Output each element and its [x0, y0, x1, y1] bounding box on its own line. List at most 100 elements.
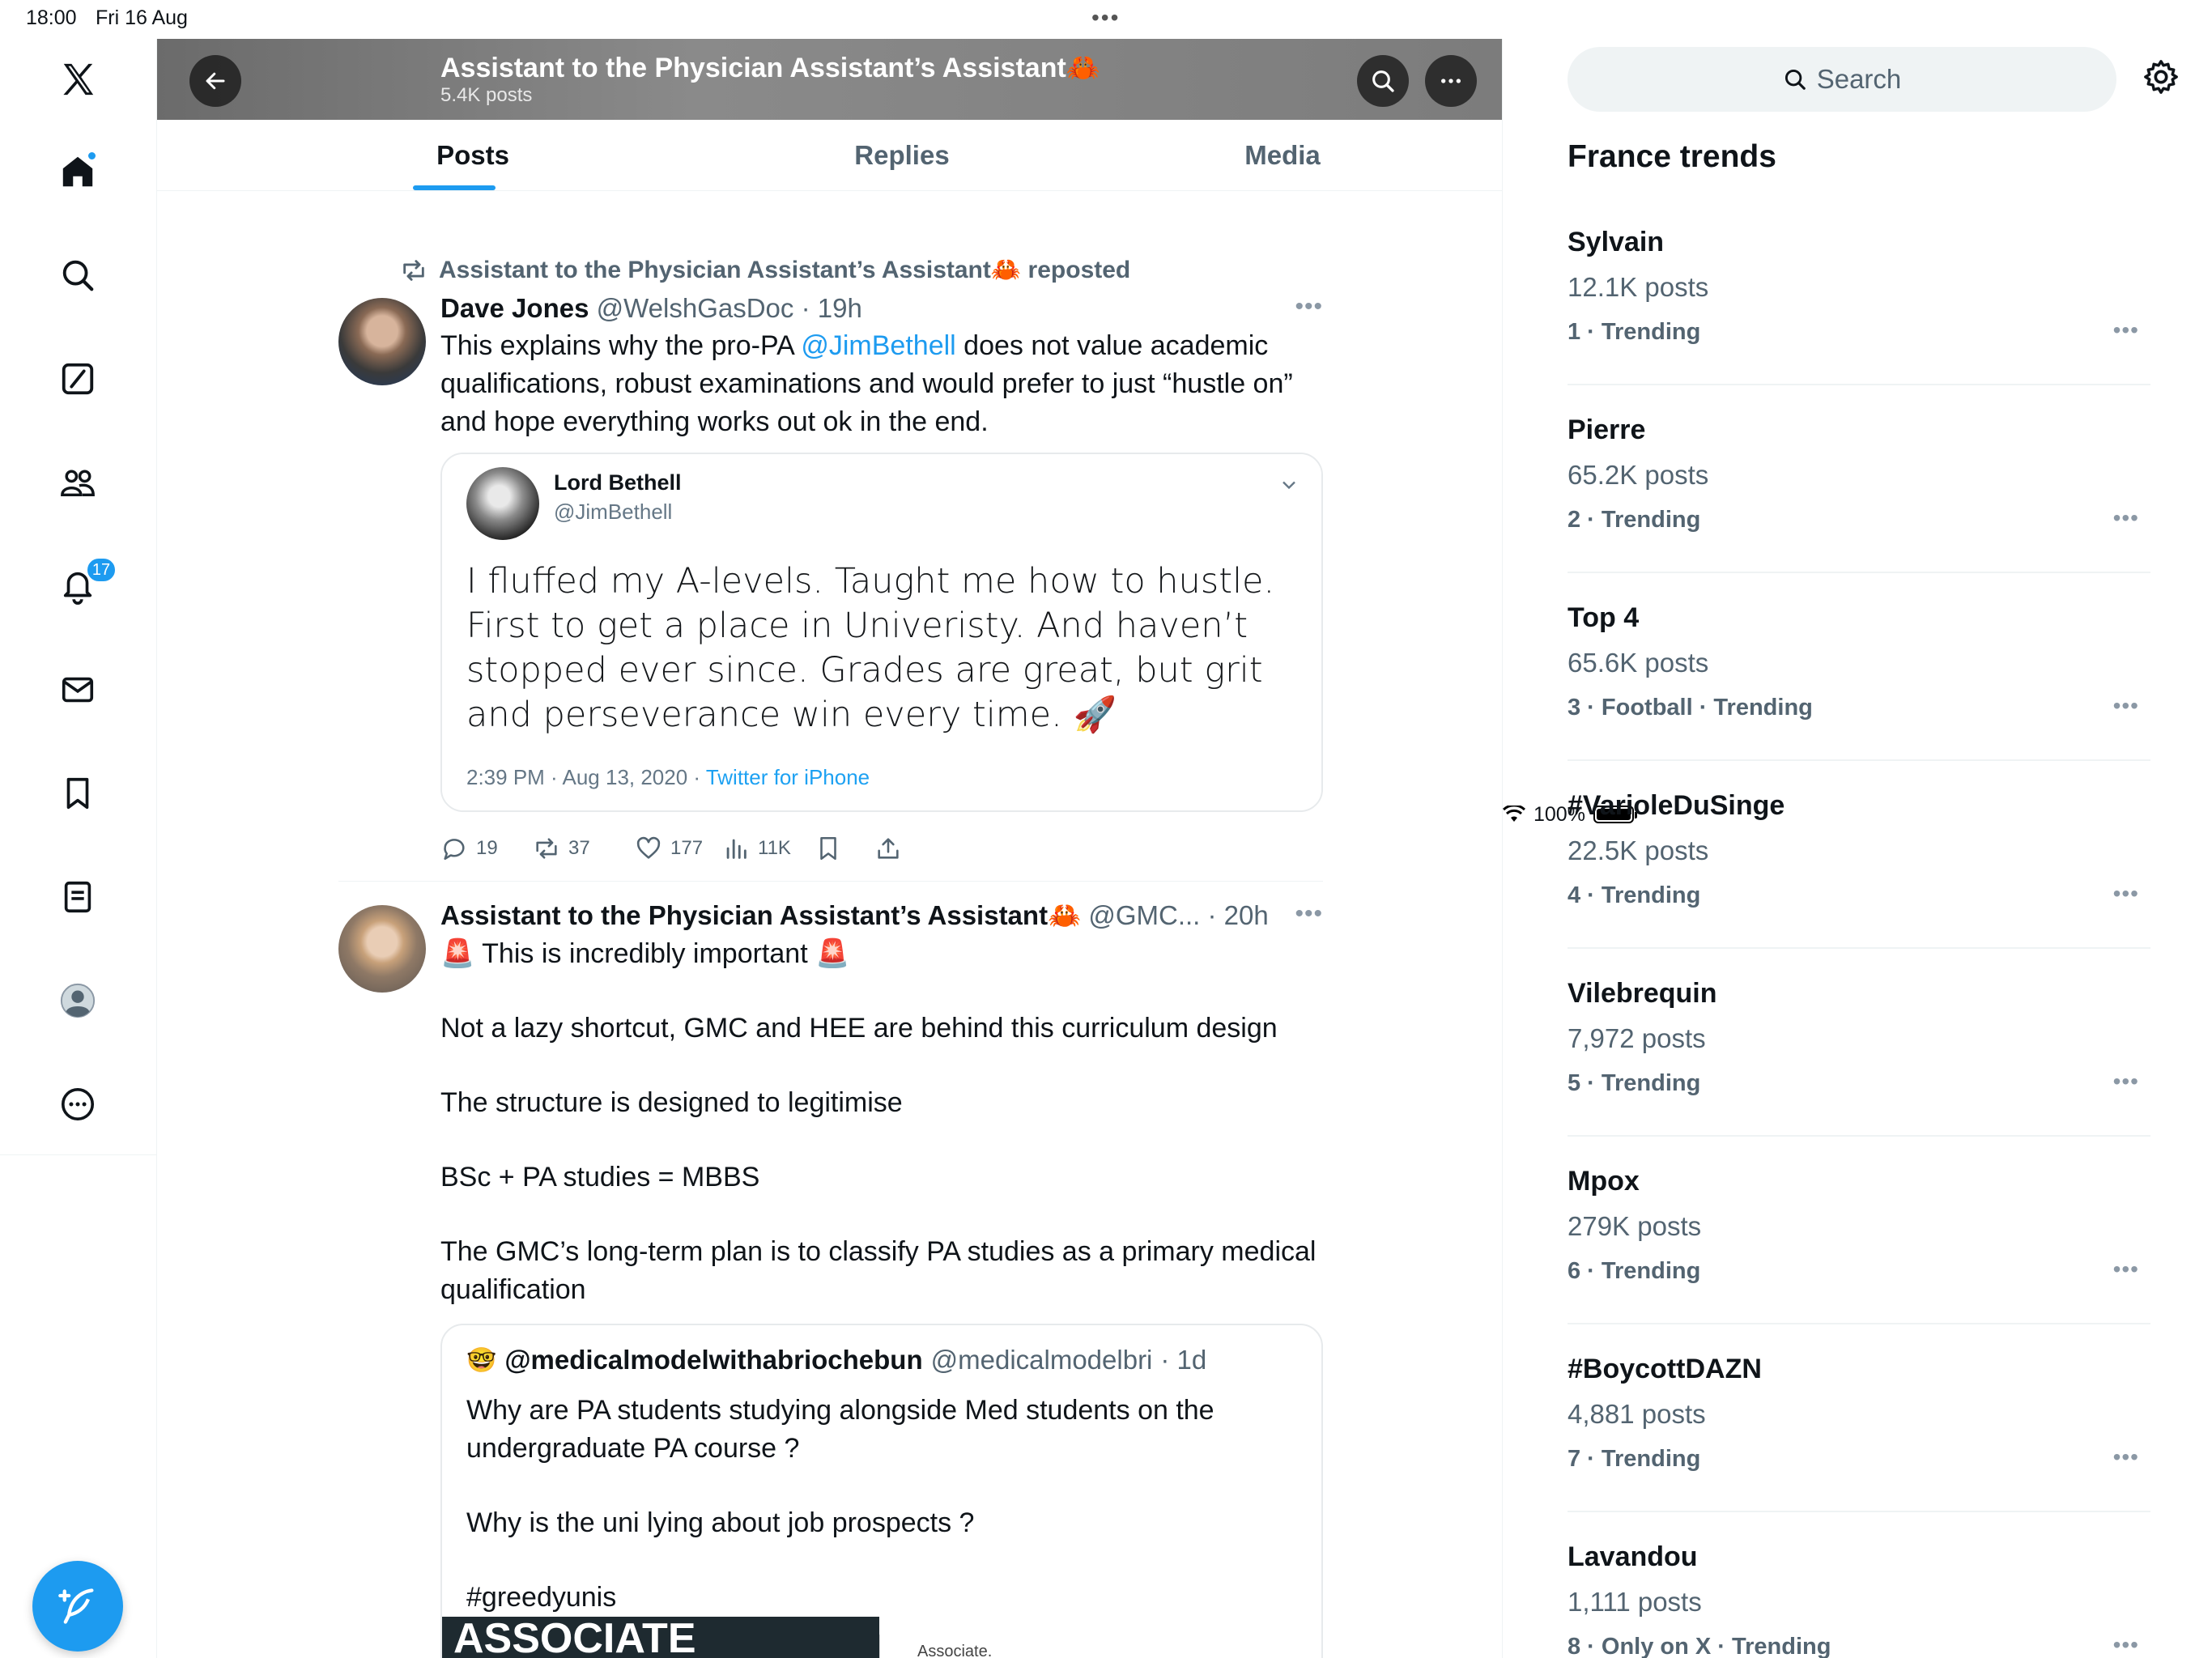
- reply-button[interactable]: 19: [440, 835, 498, 862]
- trend-item[interactable]: Pierre 65.2K posts 2 · Trending •••: [1568, 385, 2150, 573]
- trend-more-icon[interactable]: •••: [2113, 1256, 2139, 1282]
- tab-replies[interactable]: Replies: [781, 120, 1023, 191]
- embedded-timestamp: 2:39 PM · Aug 13, 2020 ·: [466, 765, 706, 789]
- tweet-paragraph: The GMC’s long-term plan is to classify …: [440, 1236, 1317, 1305]
- right-sidebar: Search France trends Sylvain 12.1K posts…: [1503, 39, 2212, 1658]
- tweet-more-icon[interactable]: •••: [1295, 293, 1323, 321]
- header-search-button[interactable]: [1357, 55, 1409, 107]
- views-button[interactable]: 11K: [722, 835, 791, 862]
- quoted-image[interactable]: ASSOCIATE STUDIES: [442, 1617, 879, 1658]
- tweet-more-icon[interactable]: •••: [1295, 900, 1323, 928]
- trend-item[interactable]: #BoycottDAZN 4,881 posts 7 · Trending ••…: [1568, 1324, 2150, 1512]
- compose-button[interactable]: [32, 1561, 123, 1652]
- trend-more-icon[interactable]: •••: [2113, 317, 2139, 343]
- embedded-tweet-text: I fluffed my A-levels. Taught me how to …: [466, 561, 1275, 735]
- tweet-actions: 19 37 177 11K: [440, 820, 1323, 885]
- main-column: Assistant to the Physician Assistant’s A…: [157, 39, 1503, 1658]
- views-icon: [726, 839, 747, 859]
- tweet-paragraph: BSc + PA studies = MBBS: [440, 1162, 760, 1192]
- tweet-time[interactable]: · 19h: [802, 293, 862, 323]
- trend-posts: 12.1K posts: [1568, 272, 1709, 302]
- trend-name: Vilebrequin: [1568, 978, 1717, 1009]
- more-icon[interactable]: [53, 1080, 102, 1129]
- tab-active-indicator: [413, 185, 496, 190]
- author-name[interactable]: Assistant to the Physician Assistant’s A…: [440, 900, 1081, 930]
- tweet-paragraph: The structure is designed to legitimise: [440, 1087, 903, 1118]
- trend-more-icon[interactable]: •••: [2113, 1632, 2139, 1658]
- avatar[interactable]: [338, 298, 426, 385]
- trend-item[interactable]: #VarioleDuSinge 22.5K posts 4 · Trending…: [1568, 761, 2150, 949]
- share-button[interactable]: [874, 835, 902, 862]
- search-placeholder: Search: [1816, 64, 1902, 94]
- bookmarks-icon[interactable]: [53, 769, 102, 818]
- heart-icon: [636, 836, 661, 859]
- embedded-author-name: Lord Bethell: [554, 470, 682, 495]
- author-handle[interactable]: @WelshGasDoc: [597, 293, 794, 323]
- tab-posts[interactable]: Posts: [400, 120, 546, 191]
- notifications-icon[interactable]: 17: [53, 557, 117, 610]
- trend-posts: 65.2K posts: [1568, 460, 1709, 490]
- back-button[interactable]: [189, 55, 241, 107]
- repost-label: Assistant to the Physician Assistant’s A…: [439, 257, 1131, 283]
- repost-button[interactable]: 37: [533, 835, 590, 862]
- trend-more-icon[interactable]: •••: [2113, 1069, 2139, 1095]
- chevron-down-icon: [1283, 481, 1295, 490]
- feed: Assistant to the Physician Assistant’s A…: [338, 191, 1323, 1658]
- views-count: 11K: [758, 837, 791, 859]
- gear-icon[interactable]: [2142, 58, 2180, 96]
- avatar[interactable]: [338, 905, 426, 993]
- trend-meta: 1 · Trending: [1568, 319, 1701, 345]
- search-input[interactable]: Search: [1568, 47, 2116, 112]
- home-icon[interactable]: [53, 147, 102, 196]
- header-more-button[interactable]: [1425, 55, 1477, 107]
- author-name[interactable]: Dave Jones: [440, 293, 589, 323]
- trend-item[interactable]: Vilebrequin 7,972 posts 5 · Trending •••: [1568, 949, 2150, 1137]
- page-title: Assistant to the Physician Assistant’s A…: [440, 53, 1101, 83]
- search-icon[interactable]: [53, 251, 102, 300]
- author-handle[interactable]: @GMC...: [1088, 900, 1200, 930]
- multitasking-dots-icon[interactable]: •••: [1091, 5, 1120, 31]
- quoted-tweet[interactable]: 🤓 @medicalmodelwithabriochebun @medicalm…: [440, 1324, 1323, 1658]
- lists-icon[interactable]: [53, 873, 102, 921]
- repost-indicator[interactable]: Assistant to the Physician Assistant’s A…: [400, 256, 1130, 284]
- x-logo-icon[interactable]: [53, 55, 102, 104]
- trend-meta: 4 · Trending: [1568, 882, 1701, 908]
- bookmark-button[interactable]: [815, 835, 842, 862]
- trend-name: Sylvain: [1568, 227, 1665, 257]
- trend-meta: 6 · Trending: [1568, 1258, 1701, 1284]
- trend-meta: 3 · Football · Trending: [1568, 695, 1813, 721]
- tweet-text: 🚨 This is incredibly important 🚨 Not a l…: [440, 935, 1323, 1309]
- trend-posts: 279K posts: [1568, 1211, 1702, 1241]
- quoted-paragraph: Why is the uni lying about job prospects…: [466, 1507, 975, 1538]
- trend-more-icon[interactable]: •••: [2113, 881, 2139, 907]
- trend-item[interactable]: Sylvain 12.1K posts 1 · Trending •••: [1568, 198, 2150, 385]
- embedded-image[interactable]: Lord Bethell @JimBethell I fluffed my A-…: [440, 453, 1323, 812]
- like-button[interactable]: 177: [635, 835, 703, 862]
- more-horizontal-icon: [1441, 79, 1461, 83]
- trend-item[interactable]: Top 4 65.6K posts 3 · Football · Trendin…: [1568, 573, 2150, 761]
- communities-icon[interactable]: [53, 458, 102, 507]
- trend-item[interactable]: Mpox 279K posts 6 · Trending •••: [1568, 1137, 2150, 1324]
- quoted-author-line: 🤓 @medicalmodelwithabriochebun @medicalm…: [466, 1345, 1206, 1375]
- trend-meta: 7 · Trending: [1568, 1446, 1701, 1472]
- trend-item[interactable]: Lavandou 1,111 posts 8 · Only on X · Tre…: [1568, 1512, 2150, 1658]
- tab-media[interactable]: Media: [1161, 120, 1404, 191]
- search-icon: [1784, 69, 1806, 90]
- profile-icon[interactable]: [53, 976, 102, 1025]
- quoted-image-side[interactable]: Associate.: [879, 1635, 1321, 1658]
- left-nav: 17: [0, 39, 157, 1658]
- quoted-paragraph: Why are PA students studying alongside M…: [466, 1395, 1214, 1464]
- notifications-badge: 17: [86, 557, 117, 583]
- trend-more-icon[interactable]: •••: [2113, 693, 2139, 719]
- tweet-time[interactable]: · 20h: [1208, 900, 1269, 930]
- search-icon: [1372, 70, 1394, 92]
- tweet-author-line: Assistant to the Physician Assistant’s A…: [440, 900, 1323, 932]
- repost-icon: [536, 838, 557, 859]
- messages-icon[interactable]: [53, 665, 102, 714]
- grok-icon[interactable]: [53, 355, 102, 403]
- trend-more-icon[interactable]: •••: [2113, 505, 2139, 531]
- trend-posts: 4,881 posts: [1568, 1399, 1706, 1429]
- trend-more-icon[interactable]: •••: [2113, 1444, 2139, 1470]
- mention-link[interactable]: @JimBethell: [801, 330, 955, 361]
- trend-name: Lavandou: [1568, 1541, 1698, 1572]
